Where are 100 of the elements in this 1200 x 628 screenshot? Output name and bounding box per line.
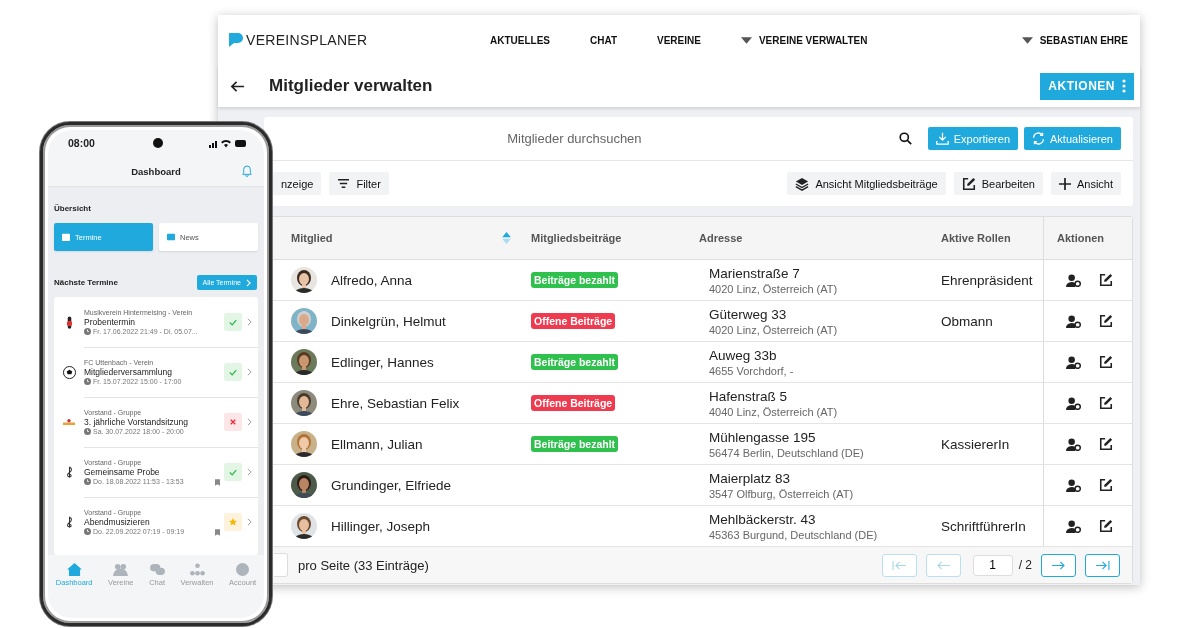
event-title[interactable]: Probentermin bbox=[84, 317, 224, 327]
user-settings-icon[interactable] bbox=[1066, 273, 1081, 287]
section-title: Nächste Termine bbox=[54, 278, 118, 287]
clock-icon bbox=[84, 478, 91, 485]
filter-icon bbox=[337, 178, 351, 189]
group-icon bbox=[113, 563, 129, 576]
role-text: KassiererIn bbox=[941, 436, 1010, 452]
member-name: Ellmann, Julian bbox=[331, 436, 423, 452]
accepted-status-badge[interactable] bbox=[224, 313, 242, 331]
fee-status-badge: Offene Beiträge bbox=[531, 395, 616, 411]
bell-icon[interactable] bbox=[242, 165, 252, 177]
event-title[interactable]: Gemeinsame Probe bbox=[84, 467, 215, 477]
home-icon bbox=[66, 563, 82, 576]
chevron-icon[interactable] bbox=[247, 318, 252, 326]
edit-icon bbox=[961, 176, 976, 191]
chevron-icon[interactable] bbox=[247, 468, 252, 476]
hierarchy-icon bbox=[189, 563, 205, 576]
page-total: / 2 bbox=[1018, 558, 1032, 572]
nav-link[interactable]: CHAT bbox=[590, 34, 618, 46]
user-settings-icon[interactable] bbox=[1066, 519, 1081, 533]
download-icon bbox=[935, 132, 949, 145]
address-city: 3547 Olfburg, Österreich (AT) bbox=[709, 487, 854, 500]
display-button[interactable]: nzeige bbox=[273, 172, 322, 195]
user-settings-icon[interactable] bbox=[1066, 478, 1081, 492]
camera-icon bbox=[152, 138, 163, 148]
arrow-left-icon bbox=[935, 559, 951, 571]
chevron-icon bbox=[246, 278, 251, 287]
edit-icon[interactable] bbox=[1099, 478, 1113, 492]
clock-icon bbox=[84, 378, 91, 385]
tag-icon bbox=[215, 529, 220, 536]
accepted-status-badge[interactable] bbox=[224, 363, 242, 381]
user-settings-icon[interactable] bbox=[1066, 314, 1081, 328]
edit-icon[interactable] bbox=[1099, 437, 1113, 451]
column-header: Adresse bbox=[699, 232, 743, 244]
page-title: Mitglieder verwalten bbox=[269, 76, 433, 96]
more-icon bbox=[1122, 79, 1126, 93]
fee-status-badge: Beiträge bezahlt bbox=[531, 354, 619, 370]
address-city: 4040 Linz, Österreich (AT) bbox=[709, 405, 838, 418]
nav-link[interactable]: AKTUELLES bbox=[490, 34, 550, 46]
soccer-ball-icon bbox=[62, 365, 76, 379]
event-title[interactable]: Mitgliederversammlung bbox=[84, 367, 224, 377]
address-city: 4655 Vorchdorf, - bbox=[709, 364, 794, 377]
last-page-icon bbox=[1095, 559, 1110, 571]
search-icon[interactable] bbox=[898, 132, 912, 145]
address-street: Güterweg 33 bbox=[709, 306, 787, 322]
role-text: Ehrenpräsident bbox=[941, 272, 1033, 288]
clock-icon bbox=[84, 328, 91, 335]
user-settings-icon[interactable] bbox=[1066, 355, 1081, 369]
address-street: Mühlengasse 195 bbox=[709, 429, 816, 445]
brand-name: VEREINSPLANER bbox=[246, 32, 368, 48]
chevron-icon[interactable] bbox=[247, 418, 252, 426]
newspaper-icon bbox=[167, 233, 175, 241]
address-city: 45363 Burgund, Deutschland (DE) bbox=[709, 528, 878, 541]
edit-icon[interactable] bbox=[1099, 355, 1113, 369]
check-icon bbox=[229, 368, 237, 376]
edit-icon[interactable] bbox=[1099, 396, 1113, 410]
check-icon bbox=[229, 318, 237, 326]
edit-button[interactable]: Bearbeiten bbox=[953, 172, 1043, 195]
member-name: Dinkelgrün, Helmut bbox=[331, 313, 446, 329]
fee-status-badge: Beiträge bezahlt bbox=[531, 272, 619, 288]
arrow-right-icon bbox=[1051, 559, 1066, 571]
user-settings-icon[interactable] bbox=[1066, 396, 1081, 410]
edit-icon[interactable] bbox=[1099, 314, 1113, 328]
last-page-button[interactable] bbox=[1085, 553, 1120, 577]
event-title[interactable]: 3. jährliche Vorstandsitzung bbox=[84, 417, 224, 427]
add-view-button[interactable]: Ansicht bbox=[1050, 172, 1121, 195]
account-icon bbox=[235, 563, 251, 576]
next-page-button[interactable] bbox=[1041, 553, 1076, 577]
refresh-icon bbox=[1032, 132, 1045, 145]
chevron-icon[interactable] bbox=[247, 518, 252, 526]
user-menu[interactable]: SEBASTIAN EHRE bbox=[1021, 34, 1128, 46]
member-name: Hillinger, Joseph bbox=[331, 518, 431, 534]
column-header: Aktionen bbox=[1057, 232, 1105, 244]
edit-icon[interactable] bbox=[1099, 273, 1113, 287]
member-name: Alfredo, Anna bbox=[331, 272, 413, 288]
fee-view-button[interactable]: Ansicht Mitgliedsbeiträge bbox=[787, 172, 946, 195]
caret-icon bbox=[740, 36, 752, 44]
caret-icon bbox=[1021, 36, 1033, 44]
fee-status-badge: Offene Beiträge bbox=[531, 313, 616, 329]
user-settings-icon[interactable] bbox=[1066, 437, 1081, 451]
clock-icon bbox=[84, 428, 91, 435]
chevron-icon[interactable] bbox=[247, 368, 252, 376]
filter-button[interactable]: Filter bbox=[329, 172, 389, 195]
page-field[interactable]: 1 bbox=[972, 554, 1013, 576]
nav-link[interactable]: VEREINE VERWALTEN bbox=[740, 34, 868, 46]
address-street: Auweg 33b bbox=[709, 347, 777, 363]
sort-icon[interactable] bbox=[502, 232, 511, 244]
section-title: Übersicht bbox=[54, 204, 92, 213]
column-header[interactable]: Mitglied bbox=[291, 232, 333, 244]
check-icon bbox=[229, 468, 237, 476]
clock-icon bbox=[84, 528, 91, 535]
club-logo-icon bbox=[63, 418, 75, 426]
music-note-icon bbox=[65, 515, 73, 529]
address-street: Maierplatz 83 bbox=[709, 470, 791, 486]
accepted-status-badge[interactable] bbox=[224, 463, 242, 481]
nav-link[interactable]: VEREINE bbox=[657, 34, 701, 46]
declined-status-badge[interactable] bbox=[224, 413, 242, 431]
event-title[interactable]: Abendmusizieren bbox=[84, 517, 215, 527]
column-header: Aktive Rollen bbox=[941, 232, 1011, 244]
edit-icon[interactable] bbox=[1099, 519, 1113, 533]
